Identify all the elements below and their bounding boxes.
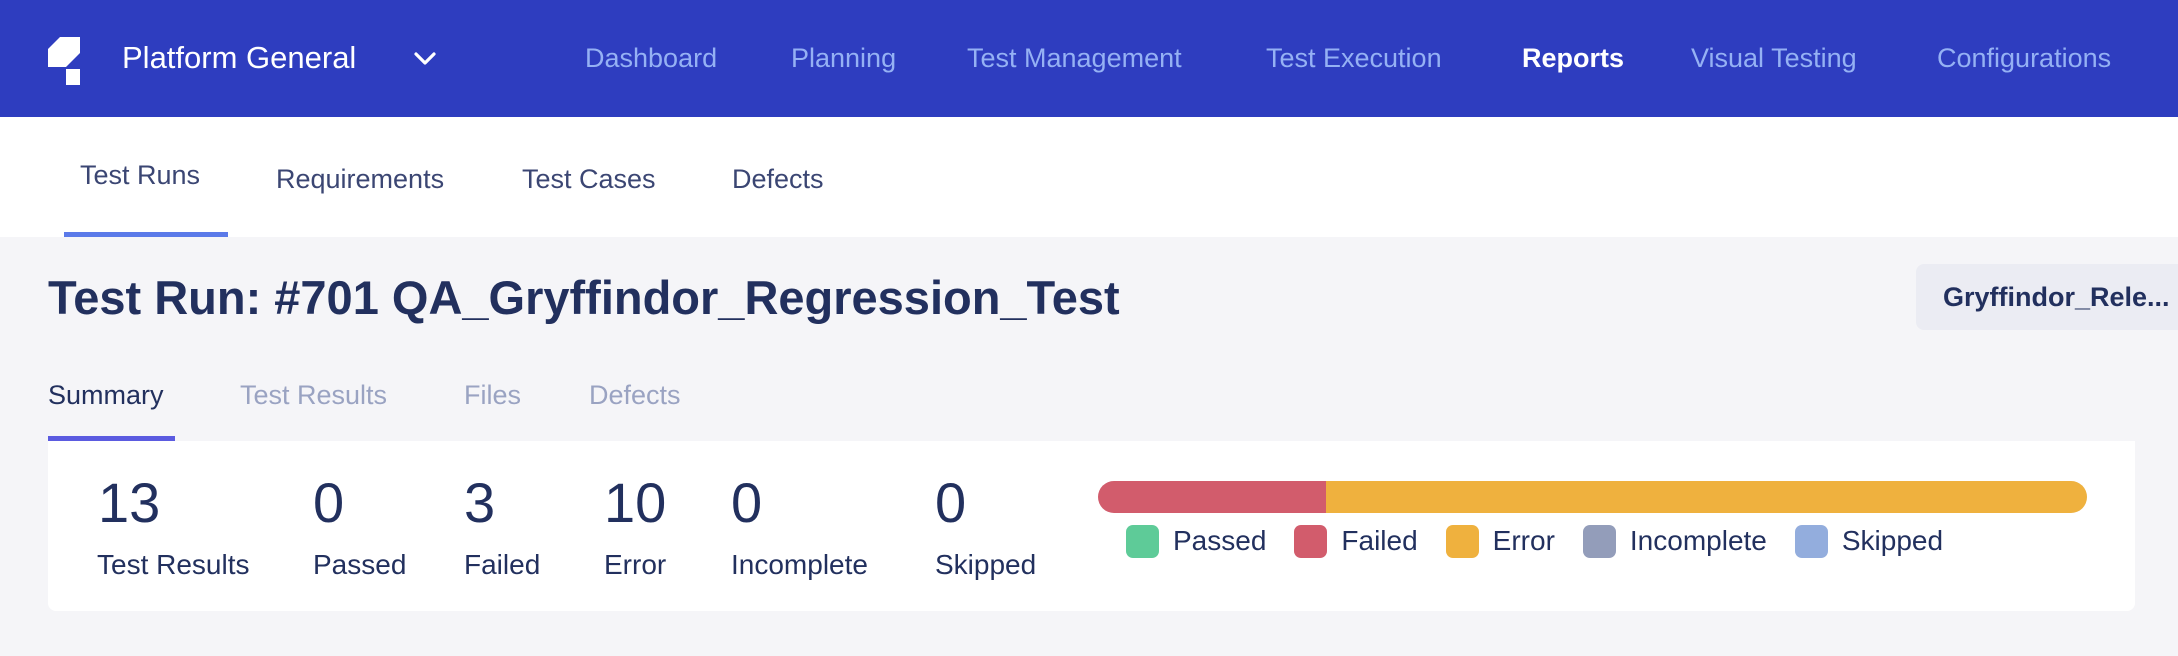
stat-label: Passed [313,549,407,580]
tab-defects[interactable]: Defects [589,375,681,415]
legend-label: Error [1492,525,1555,556]
nav-reports[interactable]: Reports [1522,38,1624,78]
legend-item-failed: Failed [1294,524,1418,558]
legend-swatch [1126,524,1159,558]
tab-summary[interactable]: Summary [48,375,164,415]
legend-item-incomplete: Incomplete [1582,524,1767,558]
nav-dashboard[interactable]: Dashboard [585,38,717,78]
legend-label: Incomplete [1629,525,1767,556]
chevron-down-icon[interactable] [410,44,440,74]
active-subnav-indicator [64,232,228,237]
subnav-test-runs[interactable]: Test Runs [80,155,200,195]
legend-swatch [1445,524,1479,558]
legend-label: Skipped [1841,525,1944,556]
nav-test-execution[interactable]: Test Execution [1266,38,1442,78]
stat-value: 0 [313,471,345,534]
logo-icon[interactable] [48,37,82,85]
nav-planning[interactable]: Planning [791,38,896,78]
top-navigation-bar: Platform General Dashboard Planning Test… [0,0,2178,117]
summary-card: 13 Test Results 0 Passed 3 Failed 10 Err… [48,441,2135,611]
subnav-defects[interactable]: Defects [732,159,824,199]
tab-files[interactable]: Files [464,375,521,415]
stat-value: 3 [464,471,496,534]
tab-test-results[interactable]: Test Results [240,375,387,415]
reports-subnav: Test Runs Requirements Test Cases Defect… [0,117,2178,237]
subnav-requirements[interactable]: Requirements [276,159,444,199]
legend-swatch [1582,524,1616,558]
legend-label: Passed [1173,525,1267,556]
results-distribution-bar [1098,481,2087,513]
legend-label: Failed [1341,525,1418,556]
nav-test-management[interactable]: Test Management [967,38,1182,78]
stat-value: 13 [98,471,161,534]
stat-label: Error [604,549,667,580]
stat-label: Test Results [97,549,250,580]
release-chip[interactable]: Gryffindor_Rele... [1916,264,2178,330]
stat-label: Skipped [935,549,1037,580]
page-title: Test Run: #701 QA_Gryffindor_Regression_… [48,271,1120,324]
legend-swatch [1294,524,1328,558]
workspace-name[interactable]: Platform General [122,38,356,78]
legend-item-passed: Passed [1126,524,1267,558]
legend-item-error: Error [1445,524,1555,558]
nav-visual-testing[interactable]: Visual Testing [1691,38,1857,78]
stat-label: Failed [464,549,541,580]
bar-segment-error [1326,481,2087,513]
stat-value: 0 [731,471,763,534]
stat-value: 0 [935,471,967,534]
legend-swatch [1794,524,1828,558]
nav-configurations[interactable]: Configurations [1937,38,2111,78]
legend-item-skipped: Skipped [1794,524,1944,558]
bar-segment-failed [1098,481,1327,513]
stat-label: Incomplete [731,549,868,580]
subnav-test-cases[interactable]: Test Cases [522,159,656,199]
stat-value: 10 [604,471,667,534]
results-legend: Passed Failed Error Incomplete Skipped [1126,523,1971,559]
